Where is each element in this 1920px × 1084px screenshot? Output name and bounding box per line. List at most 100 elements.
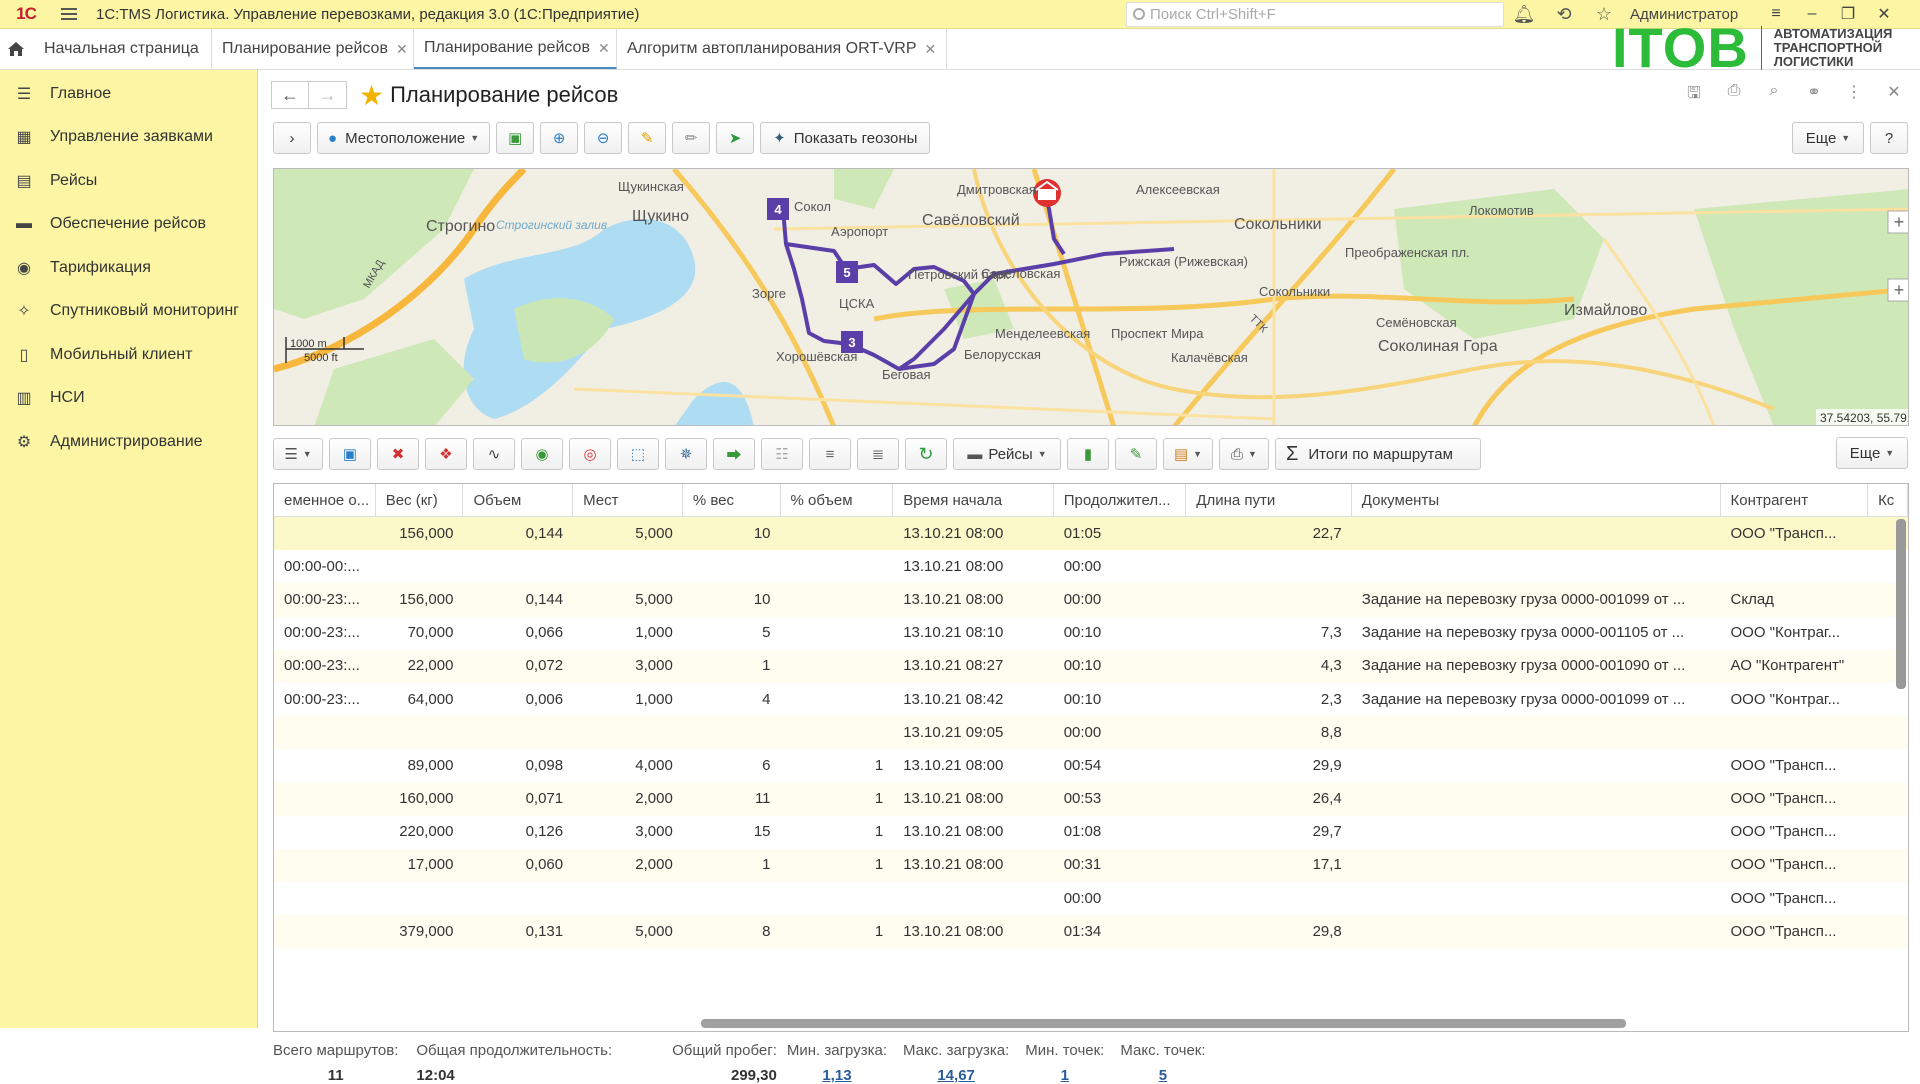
remove-vehicle-button[interactable]: ◎ [569,438,611,470]
table-row[interactable]: 00:00-23:... 22,000 0,072 3,000 1 13.10.21 08… [274,649,1908,683]
eraser-button[interactable]: ✏ [672,122,711,154]
location-dropdown[interactable]: ● Местоположение ▼ [317,122,491,154]
document-button[interactable]: ☷ [761,438,803,470]
global-search-input[interactable]: Поиск Ctrl+Shift+F [1126,1,1504,27]
select-area-button[interactable]: ⬚ [617,438,659,470]
warehouse-icon[interactable] [1033,179,1061,207]
route-marker-label[interactable]: 3 [848,335,855,350]
table-row[interactable]: 220,000 0,126 3,000 15 1 13.10.21 08:00 01:08 2… [274,816,1908,849]
sidebar-item-tariffs[interactable]: ◉ Тарификация [0,246,257,290]
route-marker-label[interactable]: 4 [774,202,782,217]
list-up-button[interactable]: ≡ [809,438,851,470]
history-icon[interactable]: ⟲ [1544,4,1584,25]
sidebar-item-mobile[interactable]: ▯ Мобильный клиент [0,333,257,377]
zoom-in-button[interactable]: ⊕ [540,122,579,154]
min-load-link[interactable]: 1,13 [787,1067,887,1084]
table-row[interactable]: 00:00-00:... 13.10.21 08:00 00:00 [274,550,1908,583]
column-header[interactable]: Документы [1352,484,1721,516]
more-button[interactable]: Еще ▼ [1792,122,1864,154]
bell-icon[interactable]: 🔔︎ [1504,4,1544,25]
max-load-link[interactable]: 14,67 [903,1067,1009,1084]
zoom-out-button[interactable]: ⊖ [584,122,623,154]
table-row[interactable]: 13.10.21 09:05 00:00 8,8 [274,716,1908,750]
close-form-icon[interactable]: ✕ [1878,82,1910,109]
close-tab-icon[interactable]: ✕ [396,41,408,58]
map-zoom-plus-icon[interactable]: + [1887,278,1909,302]
grid-more-button[interactable]: Еще ▼ [1836,437,1908,469]
sidebar-item-orders[interactable]: ▦ Управление заявками [0,116,257,160]
settings-icon[interactable]: ≡ [1758,5,1794,23]
table-row[interactable]: 00:00-23:... 64,000 0,006 1,000 4 13.10.21 08… [274,683,1908,716]
tree-view-button[interactable]: ☰ ▼ [273,438,323,470]
fit-map-button[interactable]: ▣ [496,122,535,154]
close-tab-icon[interactable]: ✕ [598,40,610,57]
sidebar-item-trips[interactable]: ▤ Рейсы [0,159,257,203]
min-points-link[interactable]: 1 [1025,1067,1104,1084]
column-header[interactable]: еменное о... [274,484,376,516]
optimize-button[interactable]: ✵ [665,438,707,470]
sidebar-item-satellite[interactable]: ✧ Спутниковый мониторинг [0,290,257,334]
scrollbar-thumb[interactable] [701,1019,1626,1028]
show-geozones-button[interactable]: ✦ Показать геозоны [760,122,931,154]
save-icon[interactable]: 🖫︎ [1678,82,1710,109]
map-canvas[interactable]: 4 5 3 Щукинская Щукино Строгино Строгинс… [274,169,1909,426]
vertical-scrollbar[interactable] [1896,519,1906,689]
horizontal-scrollbar[interactable] [274,1015,1908,1031]
map-zoom-plus-icon[interactable]: + [1887,210,1909,234]
link-icon[interactable]: ⚭ [1798,82,1830,109]
table-row[interactable]: 00:00-23:... 156,000 0,144 5,000 10 13.10.21 … [274,583,1908,617]
column-header[interactable]: Вес (кг) [376,484,464,516]
table-row[interactable]: 00:00 ООО "Трансп... [274,882,1908,915]
table-row[interactable]: 379,000 0,131 5,000 8 1 13.10.21 08:00 01:34 29… [274,915,1908,949]
column-header[interactable]: Объем [463,484,574,516]
refresh-button[interactable]: ↻ [905,438,947,470]
move-point-button[interactable]: ❖ [425,438,467,470]
sidebar-item-main[interactable]: ☰ Главное [0,72,257,116]
minimize-icon[interactable]: – [1794,5,1830,23]
column-header[interactable]: Длина пути [1186,484,1352,516]
reassign-button[interactable]: ⮕ [713,438,755,470]
list-down-button[interactable]: ≣ [857,438,899,470]
main-menu-button[interactable] [52,8,86,20]
column-header[interactable]: Время начала [893,484,1054,516]
sidebar-item-nsi[interactable]: ▥ НСИ [0,377,257,421]
close-window-icon[interactable]: ✕ [1866,4,1902,24]
more-actions-icon[interactable]: ⋮ [1838,82,1870,109]
tab-home[interactable]: Начальная страница [0,29,212,69]
tab-autoplanning-algorithm[interactable]: Алгоритм автопланирования ORT-VRP ✕ [617,29,947,69]
route-marker-label[interactable]: 5 [843,265,850,280]
curve-route-button[interactable]: ∿ [473,438,515,470]
assign-vehicle-button[interactable]: ◉ [521,438,563,470]
route-button[interactable]: ➤ [716,122,755,154]
back-button[interactable]: ← [271,81,309,109]
table-row[interactable]: 156,000 0,144 5,000 10 13.10.21 08:00 01:05 22… [274,517,1908,551]
column-header[interactable]: % объем [781,484,894,516]
help-button[interactable]: ? [1870,122,1908,154]
ruler-button[interactable]: ✎ [628,122,667,154]
sidebar-item-admin[interactable]: ⚙ Администрирование [0,420,257,464]
column-header[interactable]: Кс [1868,484,1908,516]
print-icon[interactable]: ⎙ [1718,82,1750,109]
restore-icon[interactable]: ❐ [1830,4,1866,24]
column-header[interactable]: Контрагент [1721,484,1869,516]
delete-point-button[interactable]: ✖ [377,438,419,470]
trips-dropdown[interactable]: ▬ Рейсы ▼ [953,438,1061,470]
column-header[interactable]: % вес [683,484,781,516]
column-header[interactable]: Продолжител... [1054,484,1187,516]
expand-button[interactable]: › [273,122,311,154]
add-point-button[interactable]: ▣ [329,438,371,470]
shipment-button[interactable]: ▮ [1067,438,1109,470]
table-row[interactable]: 89,000 0,098 4,000 6 1 13.10.21 08:00 00:54 29,… [274,749,1908,782]
close-tab-icon[interactable]: ✕ [925,41,937,58]
edit-button[interactable]: ✎ [1115,438,1157,470]
column-header[interactable]: Мест [573,484,683,516]
print-dropdown[interactable]: ⎙ ▼ [1219,438,1269,470]
max-points-link[interactable]: 5 [1120,1067,1205,1084]
favorite-star-icon[interactable]: ★ [359,79,384,112]
preview-icon[interactable]: ⌕ [1758,82,1790,109]
report-dropdown[interactable]: ▤ ▼ [1163,438,1213,470]
table-row[interactable]: 00:00-23:... 70,000 0,066 1,000 5 13.10.21 08… [274,617,1908,650]
forward-button[interactable]: → [309,81,347,109]
tab-trip-planning-2[interactable]: Планирование рейсов ✕ [414,29,617,69]
route-map[interactable]: 4 5 3 Щукинская Щукино Строгино Строгинс… [273,168,1909,426]
